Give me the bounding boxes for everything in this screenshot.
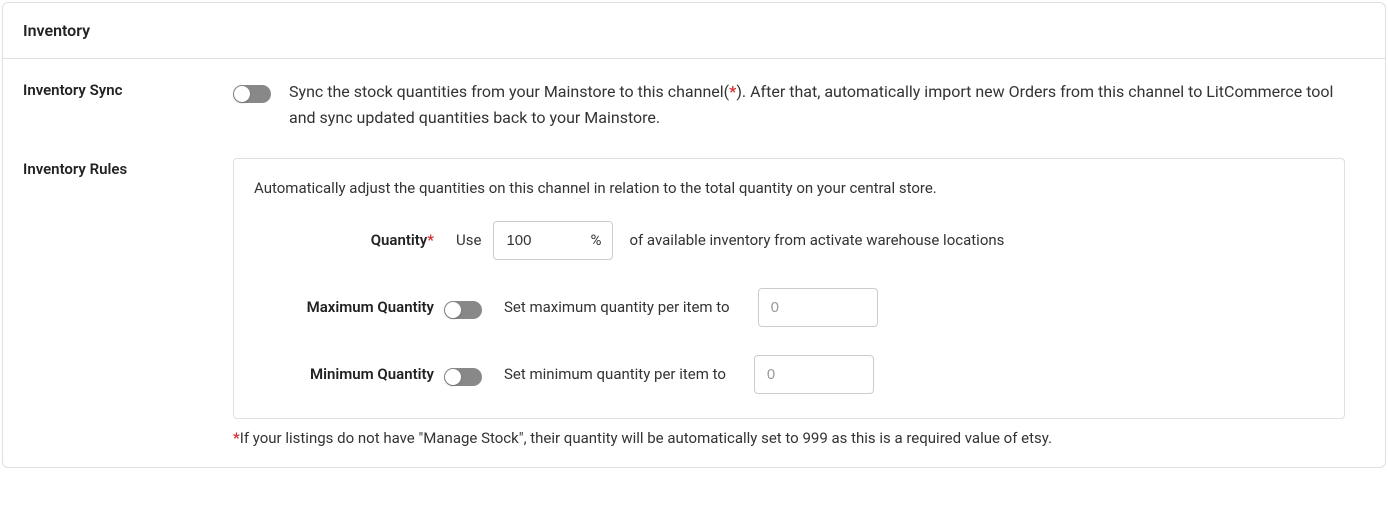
footnote-text: If your listings do not have "Manage Sto… <box>240 429 1052 447</box>
min-quantity-toggle[interactable] <box>444 368 482 386</box>
quantity-label: Quantity* <box>254 231 444 249</box>
toggle-knob-icon <box>445 369 461 385</box>
min-quantity-text: Set minimum quantity per item to <box>504 365 726 383</box>
card-header: Inventory <box>3 3 1385 59</box>
rules-box: Automatically adjust the quantities on t… <box>233 158 1345 419</box>
inventory-sync-content: Sync the stock quantities from your Main… <box>233 79 1365 132</box>
quantity-required: * <box>427 231 434 249</box>
min-quantity-input[interactable] <box>754 355 874 394</box>
rules-footnote: *If your listings do not have "Manage St… <box>233 429 1345 447</box>
max-quantity-toggle[interactable] <box>444 301 482 319</box>
quantity-use-label: Use <box>456 231 481 249</box>
max-input-wrap <box>758 288 878 327</box>
inventory-rules-content: Automatically adjust the quantities on t… <box>233 158 1365 447</box>
rules-intro: Automatically adjust the quantities on t… <box>254 179 1324 197</box>
toggle-knob-icon <box>234 86 250 102</box>
toggle-knob-icon <box>445 302 461 318</box>
max-quantity-rule-line: Maximum Quantity Set maximum quantity pe… <box>254 288 1324 327</box>
max-quantity-toggle-slot <box>444 295 504 319</box>
inventory-card: Inventory Inventory Sync Sync the stock … <box>2 2 1386 468</box>
quantity-input-wrap: % <box>493 221 613 260</box>
min-quantity-label: Minimum Quantity <box>254 365 444 383</box>
inventory-rules-label: Inventory Rules <box>3 158 233 178</box>
max-quantity-label: Maximum Quantity <box>254 298 444 316</box>
inventory-sync-label: Inventory Sync <box>3 79 233 99</box>
min-quantity-toggle-slot <box>444 362 504 386</box>
inventory-rules-row: Inventory Rules Automatically adjust the… <box>3 158 1365 447</box>
inventory-sync-row: Inventory Sync Sync the stock quantities… <box>3 79 1365 132</box>
min-input-wrap <box>754 355 874 394</box>
quantity-input[interactable] <box>493 221 613 260</box>
max-quantity-text: Set maximum quantity per item to <box>504 298 730 316</box>
max-quantity-input[interactable] <box>758 288 878 327</box>
min-quantity-rule-line: Minimum Quantity Set minimum quantity pe… <box>254 355 1324 394</box>
inventory-sync-description: Sync the stock quantities from your Main… <box>289 79 1345 132</box>
quantity-label-text: Quantity <box>371 231 428 249</box>
quantity-rule-line: Quantity* Use % of available inventory f… <box>254 221 1324 260</box>
footnote-asterisk: * <box>233 429 240 447</box>
quantity-suffix: of available inventory from activate war… <box>629 231 1004 249</box>
sync-text-before: Sync the stock quantities from your Main… <box>289 82 729 101</box>
inventory-sync-toggle[interactable] <box>233 85 271 103</box>
page-title: Inventory <box>23 21 1365 40</box>
card-body: Inventory Sync Sync the stock quantities… <box>3 59 1385 467</box>
